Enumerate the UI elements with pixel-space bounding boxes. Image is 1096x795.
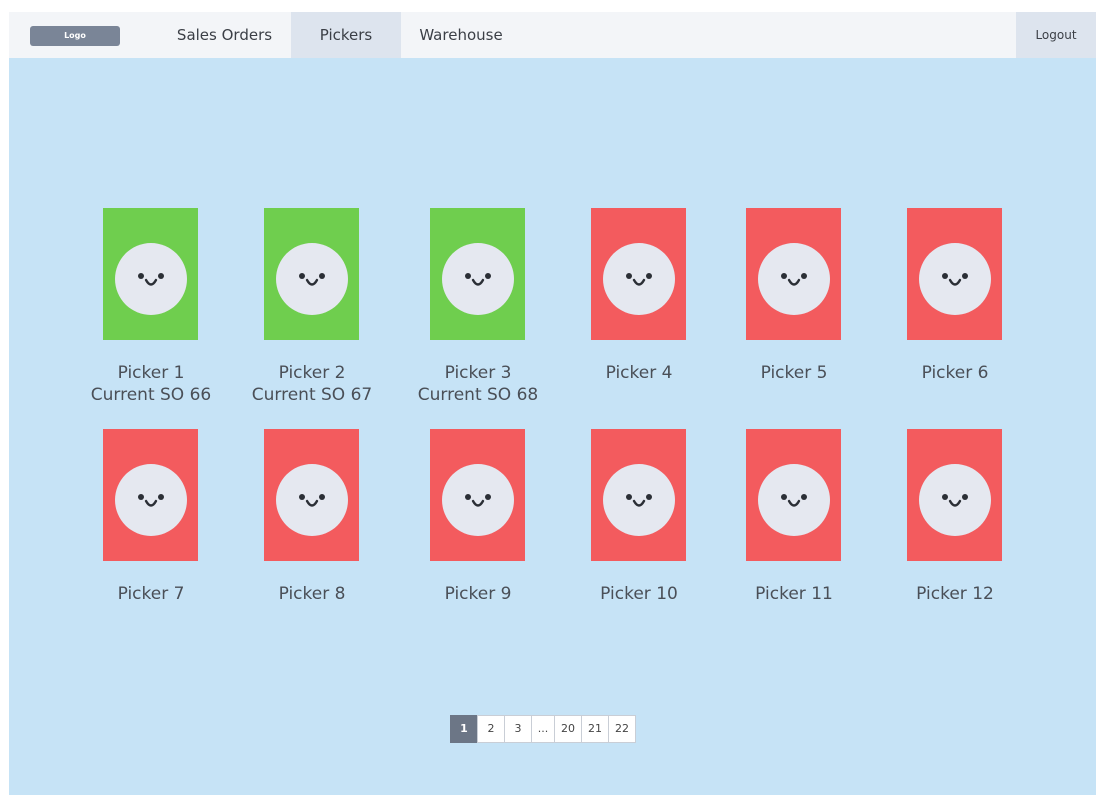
smiley-face-icon bbox=[276, 464, 348, 536]
page-button-3[interactable]: 3 bbox=[504, 715, 532, 743]
picker-label: Picker 10 bbox=[559, 583, 719, 605]
picker-name: Picker 1 bbox=[117, 363, 185, 383]
page-button-21[interactable]: 21 bbox=[581, 715, 609, 743]
smiley-face-icon bbox=[115, 464, 187, 536]
picker-status-tile[interactable] bbox=[264, 208, 359, 340]
picker-status-tile[interactable] bbox=[103, 429, 198, 561]
picker-current-order: Current SO 68 bbox=[417, 385, 539, 405]
picker-name: Picker 11 bbox=[755, 584, 833, 604]
picker-status-tile[interactable] bbox=[103, 208, 198, 340]
picker-name: Picker 6 bbox=[921, 363, 989, 383]
pagination: 1 2 3 ... 20 21 22 bbox=[450, 715, 636, 743]
tab-sales-orders[interactable]: Sales Orders bbox=[166, 12, 283, 58]
picker-name: Picker 5 bbox=[760, 363, 828, 383]
smiley-face-icon bbox=[603, 243, 675, 315]
picker-name: Picker 4 bbox=[605, 363, 673, 383]
picker-label: Picker 6 bbox=[875, 362, 1035, 384]
picker-status-tile[interactable] bbox=[430, 208, 525, 340]
tab-warehouse[interactable]: Warehouse bbox=[401, 12, 521, 58]
picker-status-tile[interactable] bbox=[430, 429, 525, 561]
page-button-2[interactable]: 2 bbox=[477, 715, 505, 743]
picker-status-tile[interactable] bbox=[591, 429, 686, 561]
top-navigation-bar: Logo Sales Orders Pickers Warehouse Logo… bbox=[9, 12, 1096, 58]
picker-label: Picker 11 bbox=[714, 583, 874, 605]
page-button-20[interactable]: 20 bbox=[554, 715, 582, 743]
picker-status-tile[interactable] bbox=[746, 429, 841, 561]
picker-status-tile[interactable] bbox=[907, 429, 1002, 561]
picker-status-tile[interactable] bbox=[746, 208, 841, 340]
page-ellipsis: ... bbox=[531, 715, 555, 743]
smiley-face-icon bbox=[442, 243, 514, 315]
picker-name: Picker 8 bbox=[278, 584, 346, 604]
picker-label: Picker 2 Current SO 67 bbox=[232, 362, 392, 406]
smiley-face-icon bbox=[758, 464, 830, 536]
picker-label: Picker 1 Current SO 66 bbox=[71, 362, 231, 406]
page-frame: Logo Sales Orders Pickers Warehouse Logo… bbox=[9, 12, 1096, 795]
picker-status-tile[interactable] bbox=[591, 208, 686, 340]
smiley-face-icon bbox=[115, 243, 187, 315]
logo[interactable]: Logo bbox=[30, 26, 120, 46]
picker-name: Picker 10 bbox=[600, 584, 678, 604]
smiley-face-icon bbox=[276, 243, 348, 315]
picker-label: Picker 3 Current SO 68 bbox=[398, 362, 558, 406]
page-button-1[interactable]: 1 bbox=[450, 715, 478, 743]
smiley-face-icon bbox=[919, 464, 991, 536]
picker-label: Picker 8 bbox=[232, 583, 392, 605]
picker-name: Picker 9 bbox=[444, 584, 512, 604]
picker-name: Picker 2 bbox=[278, 363, 346, 383]
picker-name: Picker 12 bbox=[916, 584, 994, 604]
page-button-22[interactable]: 22 bbox=[608, 715, 636, 743]
smiley-face-icon bbox=[919, 243, 991, 315]
picker-current-order: Current SO 67 bbox=[251, 385, 373, 405]
picker-status-tile[interactable] bbox=[907, 208, 1002, 340]
picker-label: Picker 9 bbox=[398, 583, 558, 605]
picker-label: Picker 5 bbox=[714, 362, 874, 384]
smiley-face-icon bbox=[758, 243, 830, 315]
smiley-face-icon bbox=[603, 464, 675, 536]
picker-label: Picker 12 bbox=[875, 583, 1035, 605]
tab-pickers[interactable]: Pickers bbox=[291, 12, 401, 58]
smiley-face-icon bbox=[442, 464, 514, 536]
picker-label: Picker 4 bbox=[559, 362, 719, 384]
picker-name: Picker 3 bbox=[444, 363, 512, 383]
picker-current-order: Current SO 66 bbox=[90, 385, 212, 405]
picker-name: Picker 7 bbox=[117, 584, 185, 604]
picker-status-tile[interactable] bbox=[264, 429, 359, 561]
logout-button[interactable]: Logout bbox=[1016, 12, 1096, 58]
picker-label: Picker 7 bbox=[71, 583, 231, 605]
